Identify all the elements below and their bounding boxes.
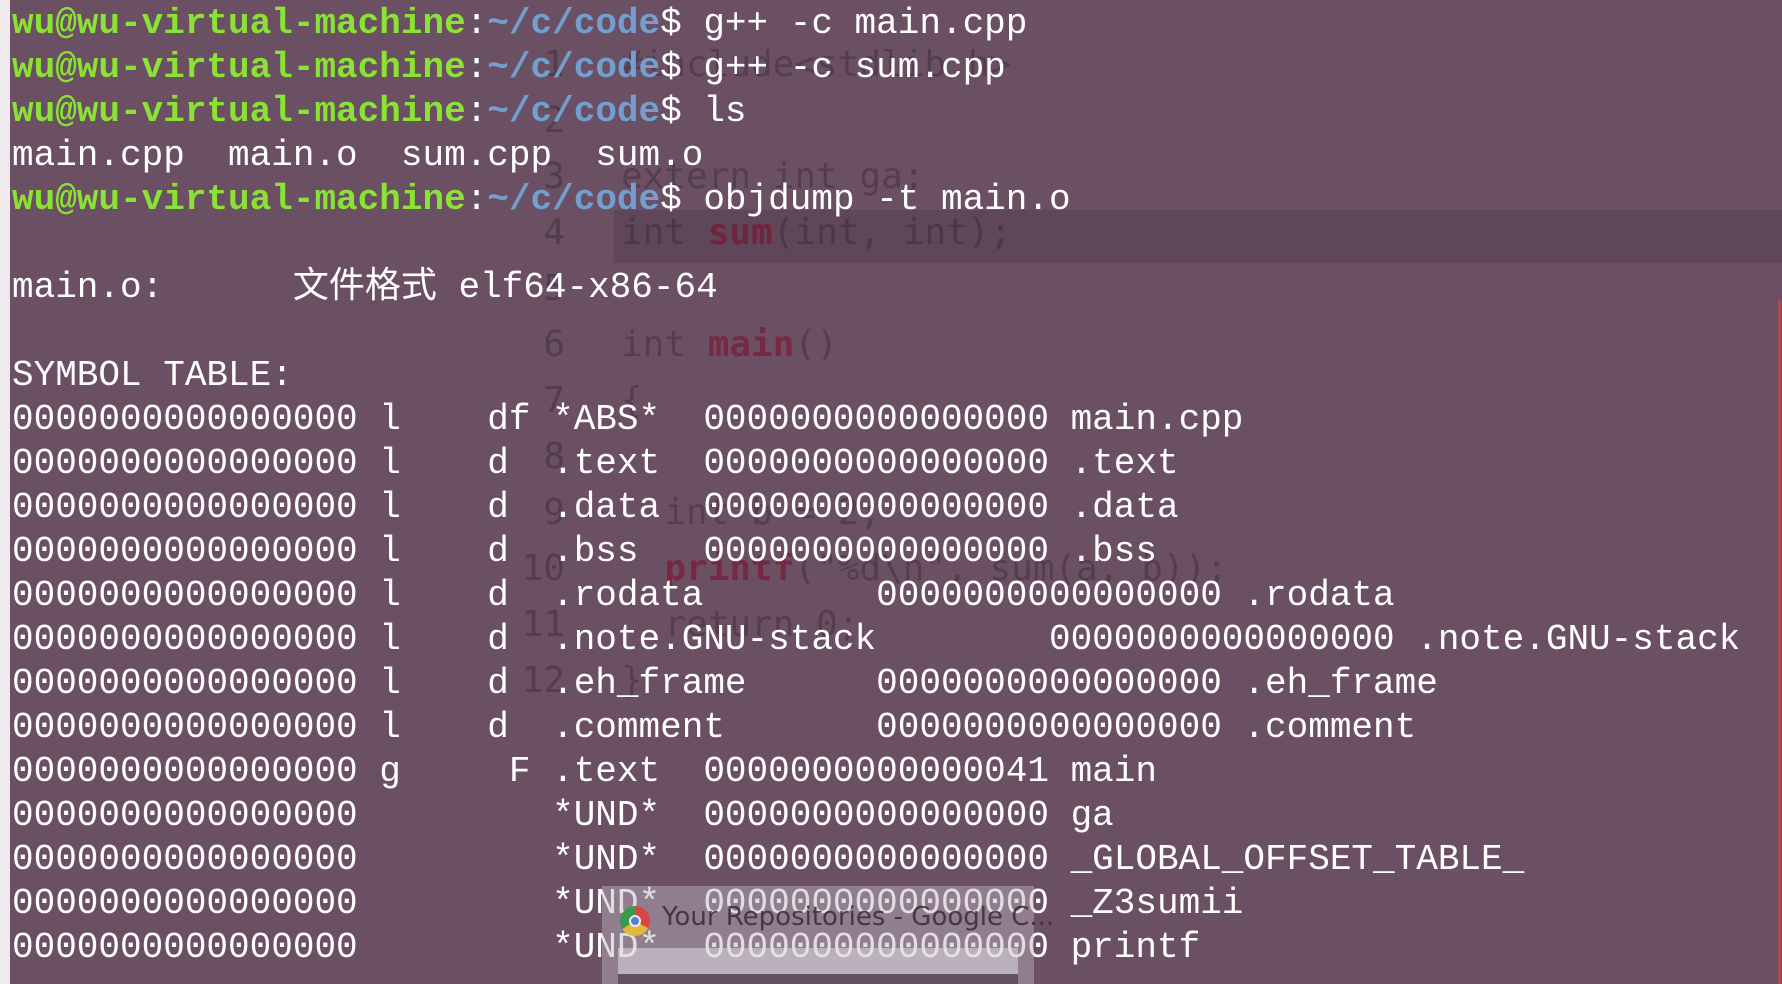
output-line: SYMBOL TABLE: bbox=[12, 354, 1740, 398]
prompt-separator: : bbox=[465, 47, 488, 88]
output-text: 0000000000000000 l d .text 0000000000000… bbox=[12, 443, 1179, 484]
left-panel-edge bbox=[0, 0, 10, 984]
output-text: 0000000000000000 l df *ABS* 000000000000… bbox=[12, 399, 1244, 440]
output-line: 0000000000000000 l d .note.GNU-stack 000… bbox=[12, 618, 1740, 662]
output-line: main.o: 文件格式 elf64-x86-64 bbox=[12, 266, 1740, 310]
prompt-user: wu@wu-virtual-machine bbox=[12, 179, 466, 220]
prompt-separator: : bbox=[465, 3, 488, 44]
output-line: 0000000000000000 *UND* 0000000000000000 … bbox=[12, 838, 1740, 882]
output-line: 0000000000000000 l d .data 0000000000000… bbox=[12, 486, 1740, 530]
output-text: 0000000000000000 l d .data 0000000000000… bbox=[12, 487, 1179, 528]
output-line: 0000000000000000 l d .rodata 00000000000… bbox=[12, 574, 1740, 618]
prompt-user: wu@wu-virtual-machine bbox=[12, 47, 466, 88]
output-text: 0000000000000000 g F .text 0000000000000… bbox=[12, 751, 1157, 792]
prompt-user: wu@wu-virtual-machine bbox=[12, 91, 466, 132]
command-text: $ ls bbox=[660, 91, 747, 132]
output-text: main.cpp main.o sum.cpp sum.o bbox=[12, 135, 704, 176]
output-text: 0000000000000000 *UND* 0000000000000000 … bbox=[12, 795, 1114, 836]
window-preview-title: Your Repositories - Google C... bbox=[662, 902, 1055, 932]
prompt-path: ~/c/code bbox=[487, 3, 661, 44]
window-preview-tooltip[interactable]: Your Repositories - Google C... bbox=[602, 886, 1054, 984]
prompt-path: ~/c/code bbox=[487, 47, 661, 88]
prompt-separator: : bbox=[465, 179, 488, 220]
output-line: 0000000000000000 l d .eh_frame 000000000… bbox=[12, 662, 1740, 706]
output-text: SYMBOL TABLE: bbox=[12, 355, 293, 396]
window-preview-thumbnail bbox=[618, 948, 1018, 984]
output-text: main.o: 文件格式 elf64-x86-64 bbox=[12, 267, 718, 308]
command-text: $ g++ -c sum.cpp bbox=[660, 47, 1006, 88]
editor-scroll-marker bbox=[1778, 300, 1781, 984]
prompt-separator: : bbox=[465, 91, 488, 132]
command-text: $ objdump -t main.o bbox=[660, 179, 1071, 220]
output-text: 0000000000000000 l d .note.GNU-stack 000… bbox=[12, 619, 1741, 660]
prompt-line: wu@wu-virtual-machine:~/c/code$ ls bbox=[12, 90, 1740, 134]
prompt-path: ~/c/code bbox=[487, 91, 661, 132]
chrome-icon bbox=[620, 906, 650, 936]
terminal-output[interactable]: wu@wu-virtual-machine:~/c/code$ g++ -c m… bbox=[12, 2, 1740, 970]
output-text: 0000000000000000 l d .rodata 00000000000… bbox=[12, 575, 1395, 616]
output-text: 0000000000000000 *UND* 0000000000000000 … bbox=[12, 839, 1525, 880]
output-line: 0000000000000000 *UND* 0000000000000000 … bbox=[12, 794, 1740, 838]
prompt-line: wu@wu-virtual-machine:~/c/code$ g++ -c s… bbox=[12, 46, 1740, 90]
prompt-line: wu@wu-virtual-machine:~/c/code$ objdump … bbox=[12, 178, 1740, 222]
output-line: 0000000000000000 l d .text 0000000000000… bbox=[12, 442, 1740, 486]
prompt-line: wu@wu-virtual-machine:~/c/code$ g++ -c m… bbox=[12, 2, 1740, 46]
output-line: 0000000000000000 g F .text 0000000000000… bbox=[12, 750, 1740, 794]
prompt-path: ~/c/code bbox=[487, 179, 661, 220]
command-text: $ g++ -c main.cpp bbox=[660, 3, 1028, 44]
output-text: 0000000000000000 l d .bss 00000000000000… bbox=[12, 531, 1157, 572]
prompt-user: wu@wu-virtual-machine bbox=[12, 3, 466, 44]
output-line: 0000000000000000 l d .bss 00000000000000… bbox=[12, 530, 1740, 574]
output-text: 0000000000000000 l d .eh_frame 000000000… bbox=[12, 663, 1438, 704]
output-text: 0000000000000000 l d .comment 0000000000… bbox=[12, 707, 1417, 748]
output-line: 0000000000000000 l df *ABS* 000000000000… bbox=[12, 398, 1740, 442]
output-line: 0000000000000000 l d .comment 0000000000… bbox=[12, 706, 1740, 750]
output-line: main.cpp main.o sum.cpp sum.o bbox=[12, 134, 1740, 178]
